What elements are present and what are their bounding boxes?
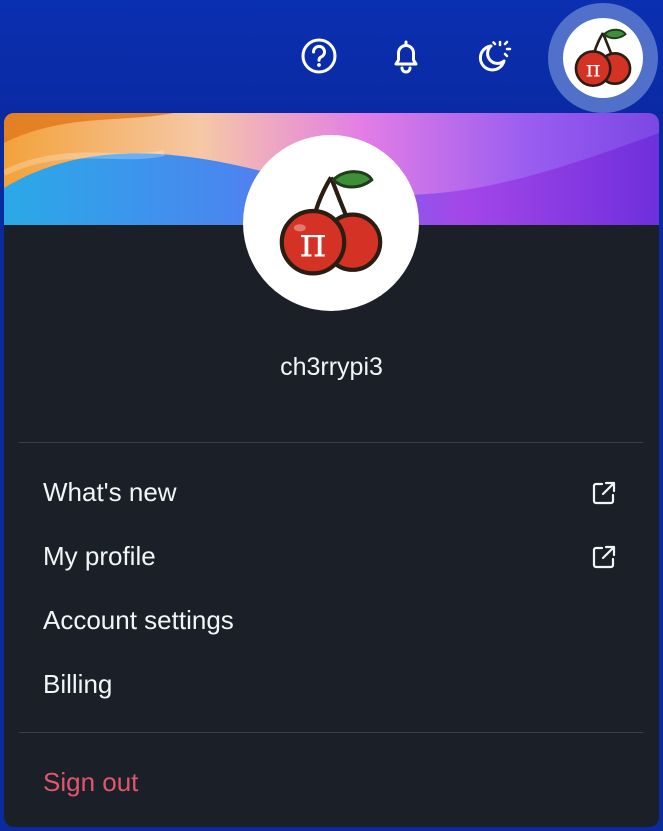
divider: [19, 732, 643, 733]
profile-avatar: π: [243, 135, 419, 311]
username: ch3rrypi3: [280, 353, 383, 381]
menu-item-label: Billing: [43, 669, 113, 699]
bell-icon: [394, 40, 418, 74]
menu-item-billing[interactable]: Billing: [4, 657, 659, 713]
menu-item-my-profile[interactable]: My profile: [4, 529, 659, 585]
svg-text:π: π: [586, 56, 601, 82]
menu-item-whats-new[interactable]: What's new: [4, 465, 659, 521]
notifications-button[interactable]: [386, 36, 426, 76]
user-dropdown-panel: π ch3rrypi3 What's new My profile Accoun…: [4, 113, 659, 827]
external-link-icon: [592, 481, 616, 505]
help-button[interactable]: [299, 36, 339, 76]
divider: [19, 442, 643, 443]
theme-toggle-button[interactable]: [473, 36, 513, 76]
moon-sun-icon: [478, 40, 512, 72]
menu-item-label: My profile: [43, 541, 156, 571]
sign-out-label: Sign out: [43, 767, 139, 797]
menu-item-label: What's new: [43, 477, 177, 507]
cherry-pi-avatar-icon: π: [279, 170, 383, 276]
top-navigation-bar: π: [0, 0, 663, 115]
sign-out-button[interactable]: Sign out: [4, 755, 659, 811]
help-circle-icon: [301, 38, 337, 74]
user-menu-button[interactable]: π: [548, 3, 658, 113]
svg-text:π: π: [300, 219, 327, 267]
menu-item-label: Account settings: [43, 605, 234, 635]
menu-item-account-settings[interactable]: Account settings: [4, 593, 659, 649]
cherry-pi-avatar-icon: π: [574, 28, 632, 88]
external-link-icon: [592, 545, 616, 569]
